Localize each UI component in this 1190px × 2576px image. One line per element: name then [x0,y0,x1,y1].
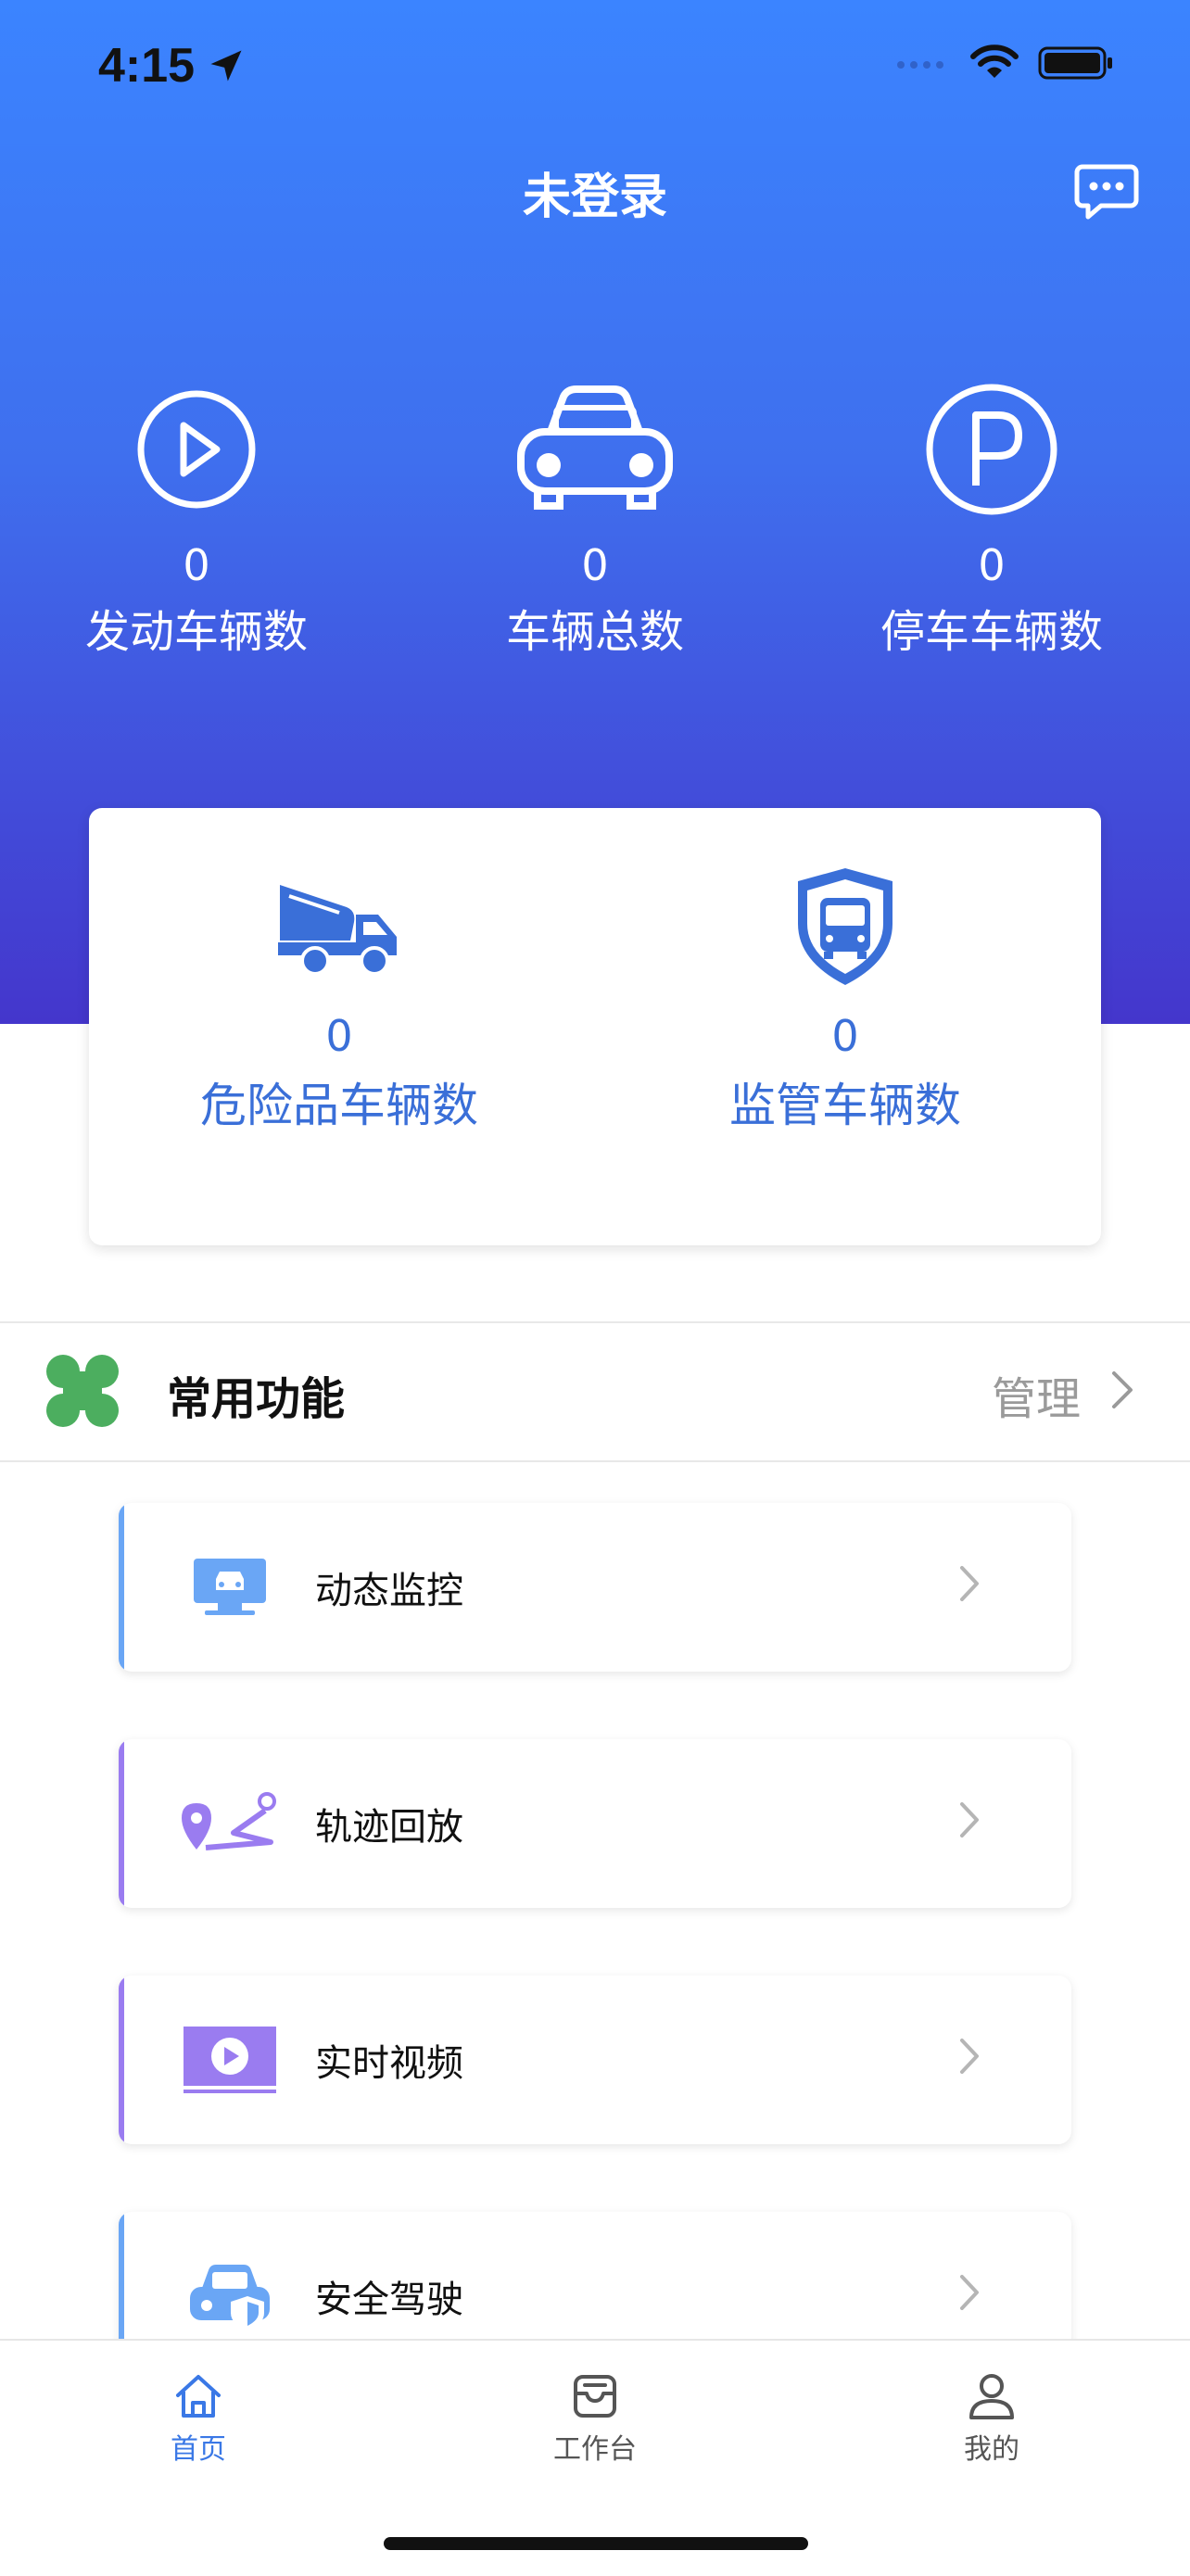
accent-bar [119,1739,124,1908]
function-label: 实时视频 [315,2042,463,2085]
message-button[interactable] [1073,161,1140,222]
clover-icon [46,1355,119,1427]
function-item-track-playback[interactable]: 轨迹回放 [119,1739,1071,1908]
battery-icon [1038,46,1112,80]
status-bar: 4:15 [0,0,1190,130]
video-icon [174,2018,285,2102]
home-indicator[interactable] [384,2537,808,2550]
stat-label: 发动车辆数 [84,606,308,658]
page-title: 未登录 [522,170,667,225]
manage-button[interactable]: 管理 [992,1362,1081,1427]
stat-value: 0 [831,1011,859,1061]
stat-value: 0 [325,1011,353,1061]
wifi-icon [970,44,1019,78]
stat-parked-vehicles[interactable]: 0 停车车辆数 [825,380,1158,662]
stat-label: 停车车辆数 [880,606,1103,658]
user-icon [880,2367,1103,2426]
stat-hazmat-vehicles[interactable]: 0 危险品车辆数 [126,862,552,1136]
chevron-right-icon[interactable] [1110,1370,1134,1410]
tanker-truck-icon [126,862,552,991]
tab-label: 工作台 [553,2433,637,2466]
vehicle-stats: 0 发动车辆数 0 车辆总数 0 停车车辆数 [0,380,1190,676]
function-label: 轨迹回放 [315,1806,463,1849]
special-vehicles-card: 0 危险品车辆数 0 监管车辆数 [89,808,1101,1245]
chat-bubble-icon [1074,164,1139,220]
tab-workbench[interactable]: 工作台 [484,2367,706,2469]
status-time-group: 4:15 [98,33,247,98]
stat-label: 监管车辆数 [729,1079,961,1132]
track-icon [174,1782,285,1865]
stat-value: 0 [978,540,1006,590]
accent-bar [119,1976,124,2144]
tab-label: 首页 [171,2433,226,2466]
chevron-right-icon [960,1802,979,1837]
stat-running-vehicles[interactable]: 0 发动车辆数 [30,380,363,662]
stat-label: 车辆总数 [505,606,684,658]
function-item-live-video[interactable]: 实时视频 [119,1976,1071,2144]
tab-label: 我的 [964,2433,1019,2466]
safe-car-icon [174,2254,285,2338]
stat-value: 0 [183,540,210,590]
car-icon [428,380,762,519]
home-icon [87,2367,310,2426]
monitor-icon [174,1546,285,1629]
chevron-right-icon [960,2275,979,2310]
stat-supervised-vehicles[interactable]: 0 监管车辆数 [632,862,1058,1136]
function-label: 安全驾驶 [315,2279,463,2321]
section-title: 常用功能 [167,1373,346,1425]
status-time: 4:15 [98,39,196,93]
shield-bus-icon [632,862,1058,991]
accent-bar [119,1503,124,1672]
inbox-icon [484,2367,706,2426]
tab-home[interactable]: 首页 [87,2367,310,2469]
chevron-right-icon [960,2039,979,2074]
function-label: 动态监控 [315,1570,463,1612]
cellular-signal-icon [897,61,943,69]
parking-icon [825,380,1158,519]
function-item-dynamic-monitor[interactable]: 动态监控 [119,1503,1071,1672]
location-arrow-icon [210,50,242,82]
tab-mine[interactable]: 我的 [880,2367,1103,2469]
stat-label: 危险品车辆数 [200,1079,478,1132]
stat-total-vehicles[interactable]: 0 车辆总数 [428,380,762,662]
status-indicators [895,44,1114,82]
stat-value: 0 [581,540,609,590]
common-functions-header: 常用功能 管理 [0,1321,1190,1462]
play-circle-icon [30,380,363,519]
chevron-right-icon [960,1566,979,1601]
